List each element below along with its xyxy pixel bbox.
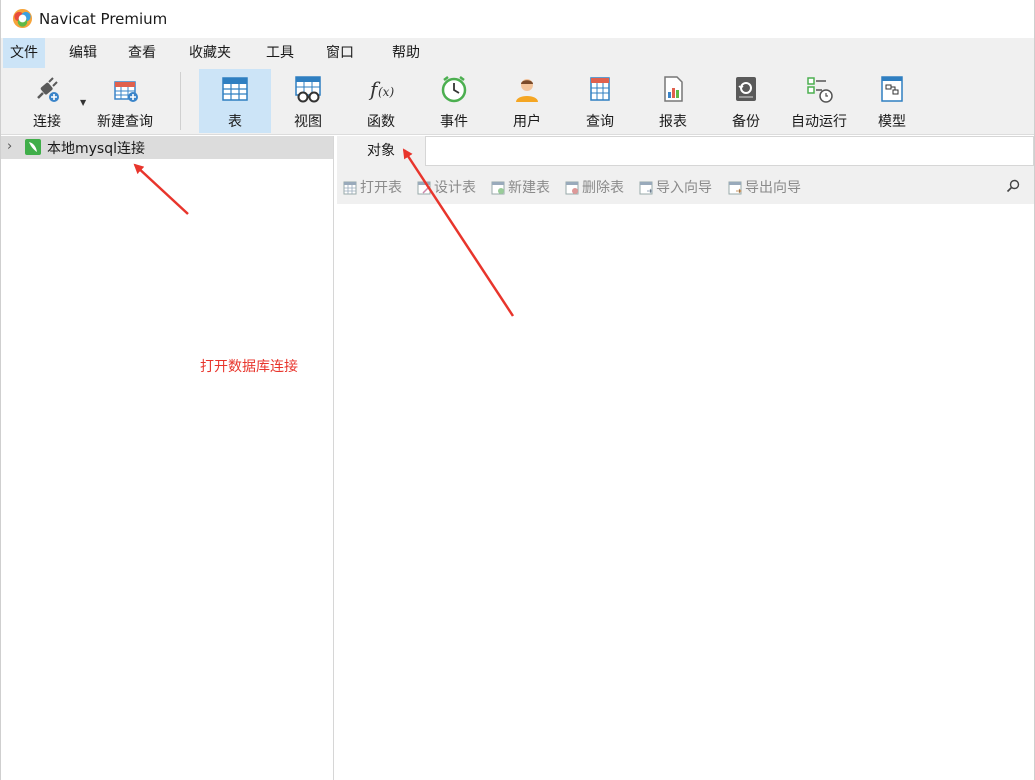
annotation-text: 打开数据库连接: [200, 359, 298, 375]
title-bar: Navicat Premium: [1, 0, 1034, 38]
plug-icon: [37, 77, 59, 102]
table-icon: [222, 77, 248, 101]
object-tab-strip: 对象: [337, 136, 1034, 166]
export-icon: [728, 181, 742, 195]
connect-button[interactable]: 连接: [11, 69, 83, 133]
user-label: 用户: [513, 114, 541, 130]
report-icon: [664, 76, 683, 102]
menu-file[interactable]: 文件: [3, 38, 45, 68]
open-table-label: 打开表: [360, 180, 402, 196]
chevron-right-icon[interactable]: ›: [7, 139, 12, 154]
report-button[interactable]: 报表: [637, 69, 709, 133]
user-icon: [516, 79, 538, 102]
delete-table-label: 删除表: [582, 180, 624, 196]
schedule-button[interactable]: 自动运行: [783, 69, 855, 133]
menu-favorites[interactable]: 收藏夹: [182, 38, 238, 68]
model-icon: [881, 76, 903, 102]
import-wizard-button[interactable]: 导入向导: [639, 177, 712, 196]
new-query-button[interactable]: 新建查询: [89, 69, 161, 133]
design-table-icon: [417, 181, 431, 195]
open-table-button[interactable]: 打开表: [343, 177, 402, 196]
query-icon: [590, 77, 610, 101]
backup-button[interactable]: 备份: [710, 69, 782, 133]
navicat-logo-icon: [12, 8, 33, 29]
schedule-icon: [807, 77, 833, 103]
search-icon[interactable]: [1005, 178, 1021, 194]
delete-table-icon: [565, 181, 579, 195]
function-label: 函数: [367, 114, 395, 130]
export-wizard-label: 导出向导: [745, 180, 801, 196]
query-label: 查询: [586, 114, 614, 130]
schedule-label: 自动运行: [791, 114, 847, 130]
new-query-icon: [114, 81, 138, 102]
view-label: 视图: [294, 114, 322, 130]
table-label: 表: [228, 114, 242, 130]
menu-edit[interactable]: 编辑: [62, 38, 104, 68]
view-glasses-icon: [295, 76, 321, 103]
new-query-label: 新建查询: [97, 114, 153, 130]
query-button[interactable]: 查询: [564, 69, 636, 133]
svg-text:(x): (x): [378, 85, 394, 99]
open-table-icon: [343, 181, 357, 195]
model-label: 模型: [878, 114, 906, 130]
navicat-window: Navicat Premium 文件 编辑 查看 收藏夹 工具 窗口 帮助 连接…: [0, 0, 1035, 780]
chevron-down-icon[interactable]: ▼: [80, 98, 86, 107]
event-label: 事件: [440, 114, 468, 130]
connection-navigator: › 本地mysql连接 打开数据库连接: [1, 136, 334, 780]
menu-help[interactable]: 帮助: [385, 38, 427, 68]
new-table-icon: [491, 181, 505, 195]
design-table-label: 设计表: [434, 180, 476, 196]
clock-icon: [441, 76, 467, 103]
new-table-button[interactable]: 新建表: [491, 177, 550, 196]
main-toolbar: 连接 ▼ 新建查询 表 视图 f (x) 函数 事件 用户 查询 报表 备份 自…: [1, 68, 1034, 135]
connection-tree-item[interactable]: › 本地mysql连接: [1, 136, 333, 159]
view-button[interactable]: 视图: [272, 69, 344, 133]
connect-label: 连接: [33, 114, 61, 130]
function-fx-icon: f (x): [368, 77, 394, 101]
report-label: 报表: [659, 114, 687, 130]
tab-strip-empty-area: [425, 136, 1034, 166]
backup-icon: [736, 77, 756, 101]
menu-window[interactable]: 窗口: [319, 38, 361, 68]
delete-table-button[interactable]: 删除表: [565, 177, 624, 196]
menu-tools[interactable]: 工具: [259, 38, 301, 68]
object-list-area[interactable]: [337, 204, 1034, 780]
window-title: Navicat Premium: [39, 10, 168, 28]
function-button[interactable]: f (x) 函数: [345, 69, 417, 133]
event-button[interactable]: 事件: [418, 69, 490, 133]
menu-bar: 文件 编辑 查看 收藏夹 工具 窗口 帮助: [1, 38, 1034, 68]
object-toolbar: 打开表 设计表 新建表 删除表 导入向导 导出向导: [337, 166, 1034, 204]
backup-label: 备份: [732, 114, 760, 130]
user-button[interactable]: 用户: [491, 69, 563, 133]
menu-view[interactable]: 查看: [121, 38, 163, 68]
model-button[interactable]: 模型: [856, 69, 928, 133]
design-table-button[interactable]: 设计表: [417, 177, 476, 196]
connection-label: 本地mysql连接: [47, 141, 145, 157]
import-icon: [639, 181, 653, 195]
mysql-connection-icon: [25, 139, 41, 155]
table-button[interactable]: 表: [199, 69, 271, 133]
export-wizard-button[interactable]: 导出向导: [728, 177, 801, 196]
new-table-label: 新建表: [508, 180, 550, 196]
import-wizard-label: 导入向导: [656, 180, 712, 196]
tab-objects[interactable]: 对象: [337, 136, 425, 166]
toolbar-divider: [180, 72, 181, 130]
